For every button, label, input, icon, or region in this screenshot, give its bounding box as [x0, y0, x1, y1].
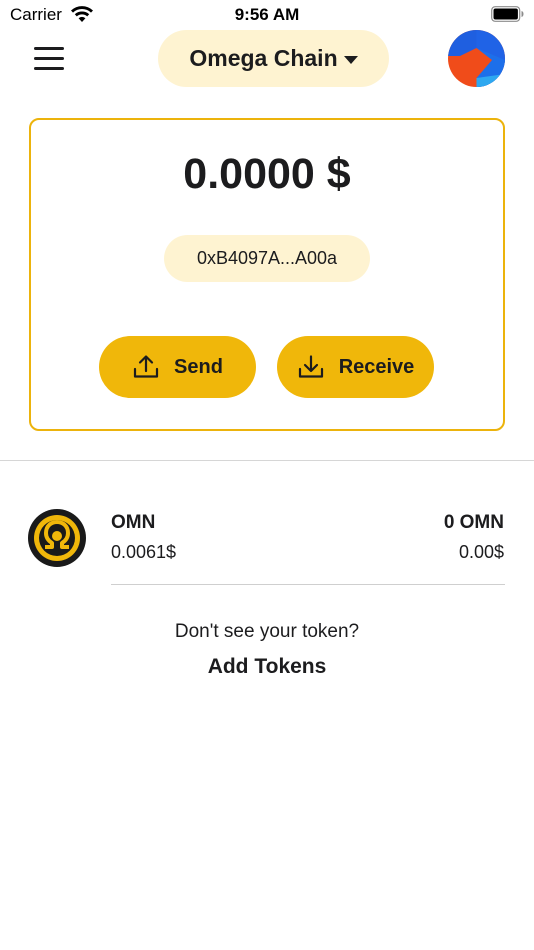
account-avatar-icon	[448, 30, 505, 87]
caret-down-icon	[343, 55, 358, 64]
status-bar: Carrier 9:56 AM	[0, 0, 534, 30]
receive-button[interactable]: Receive	[277, 336, 434, 398]
token-symbol: OMN	[111, 512, 156, 533]
wallet-address-button[interactable]: 0xB4097A...A00a	[164, 235, 370, 282]
wallet-address: 0xB4097A...A00a	[196, 248, 338, 268]
send-button[interactable]: Send	[99, 336, 256, 398]
token-fiat-value: 0.00$	[458, 542, 504, 562]
account-avatar[interactable]	[448, 30, 505, 87]
network-label: Omega Chain	[189, 45, 338, 71]
menu-button[interactable]	[33, 47, 65, 71]
add-tokens-link[interactable]: Add Tokens	[183, 655, 351, 679]
row-divider	[111, 584, 505, 585]
network-selector[interactable]: Omega Chain	[158, 30, 389, 87]
battery-icon	[491, 6, 524, 22]
token-price: 0.0061$	[111, 542, 177, 562]
token-row-omn[interactable]: OMN 0.0061$ 0 OMN 0.00$	[0, 496, 534, 584]
token-balance: 0 OMN	[443, 512, 504, 533]
send-label: Send	[174, 355, 223, 378]
total-balance: 0.0000 $	[183, 150, 351, 198]
missing-token-prompt: Don't see your token?	[174, 621, 360, 642]
download-icon	[298, 355, 323, 378]
omega-token-icon	[28, 509, 86, 567]
receive-label: Receive	[338, 355, 415, 378]
clock-time: 9:56 AM	[234, 5, 300, 24]
upload-icon	[133, 355, 159, 378]
section-divider	[0, 460, 534, 461]
